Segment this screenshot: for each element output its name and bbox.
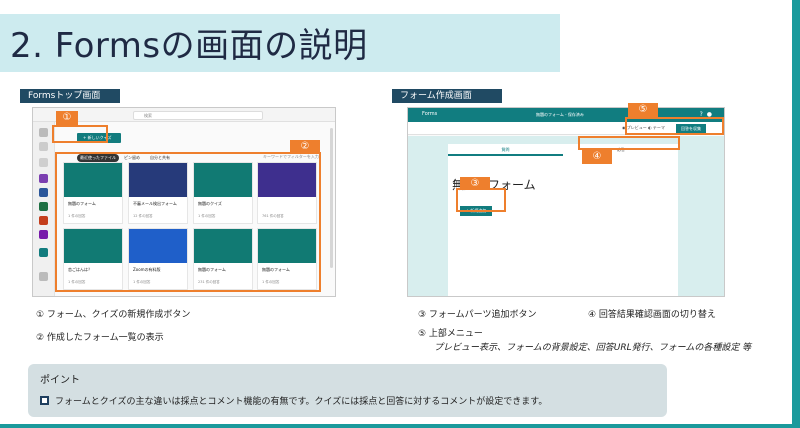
highlight-box-4	[578, 136, 680, 150]
section-label-form-create: フォーム作成画面	[392, 89, 502, 103]
caption-4: ④ 回答結果確認画面の切り替え	[588, 310, 716, 320]
accent-bar-bottom	[0, 424, 800, 428]
highlight-box-1	[52, 125, 108, 143]
caption-3: ③ フォームパーツ追加ボタン	[418, 310, 537, 320]
badge-2: ②	[290, 140, 320, 154]
app-name: Forms	[422, 111, 438, 117]
apps-icon[interactable]	[39, 272, 48, 281]
point-title: ポイント	[40, 375, 80, 386]
accent-bar-right	[792, 0, 800, 428]
point-box: ポイント フォームとクイズの主な違いは採点とコメント機能の有無です。クイズには採…	[28, 364, 667, 417]
teams-icon[interactable]	[39, 174, 48, 183]
badge-5: ⑤	[628, 103, 658, 117]
badge-3: ③	[460, 177, 490, 189]
point-text: フォームとクイズの主な違いは採点とコメント機能の有無です。クイズには採点と回答に…	[55, 397, 548, 407]
top-bar: 検索	[33, 108, 335, 122]
form-canvas: 質問 応答 無題のフォーム + 新規追加	[408, 136, 724, 296]
badge-1: ①	[56, 111, 78, 125]
form-status-title: 無題のフォーム - 保存済み	[536, 112, 584, 117]
excel-icon[interactable]	[39, 202, 48, 211]
tab-questions[interactable]: 質問	[448, 144, 563, 156]
form-panel	[448, 144, 678, 296]
highlight-box-2	[55, 152, 321, 292]
caption-5: ⑤ 上部メニュー	[418, 329, 483, 339]
create-icon[interactable]	[39, 142, 48, 151]
slide-title: 2. Formsの画面の説明	[10, 26, 368, 66]
powerpoint-icon[interactable]	[39, 216, 48, 225]
badge-4: ④	[582, 150, 612, 164]
rail-icon[interactable]	[39, 158, 48, 167]
onenote-icon[interactable]	[39, 230, 48, 239]
scrollbar[interactable]	[330, 128, 333, 268]
caption-2: ② 作成したフォーム一覧の表示	[36, 333, 164, 343]
checkbox-icon	[40, 396, 49, 405]
highlight-box-3	[456, 188, 506, 212]
forms-icon[interactable]	[39, 248, 48, 257]
home-icon[interactable]	[39, 128, 48, 137]
caption-5-detail: プレビュー表示、フォームの背景設定、回答URL発行、フォームの各種設定 等	[434, 343, 752, 353]
section-label-forms-top: Formsトップ画面	[20, 89, 120, 103]
caption-1: ① フォーム、クイズの新規作成ボタン	[36, 310, 191, 320]
highlight-box-5	[625, 117, 724, 135]
word-icon[interactable]	[39, 188, 48, 197]
search-input[interactable]: 検索	[133, 111, 263, 120]
app-rail	[33, 122, 55, 296]
